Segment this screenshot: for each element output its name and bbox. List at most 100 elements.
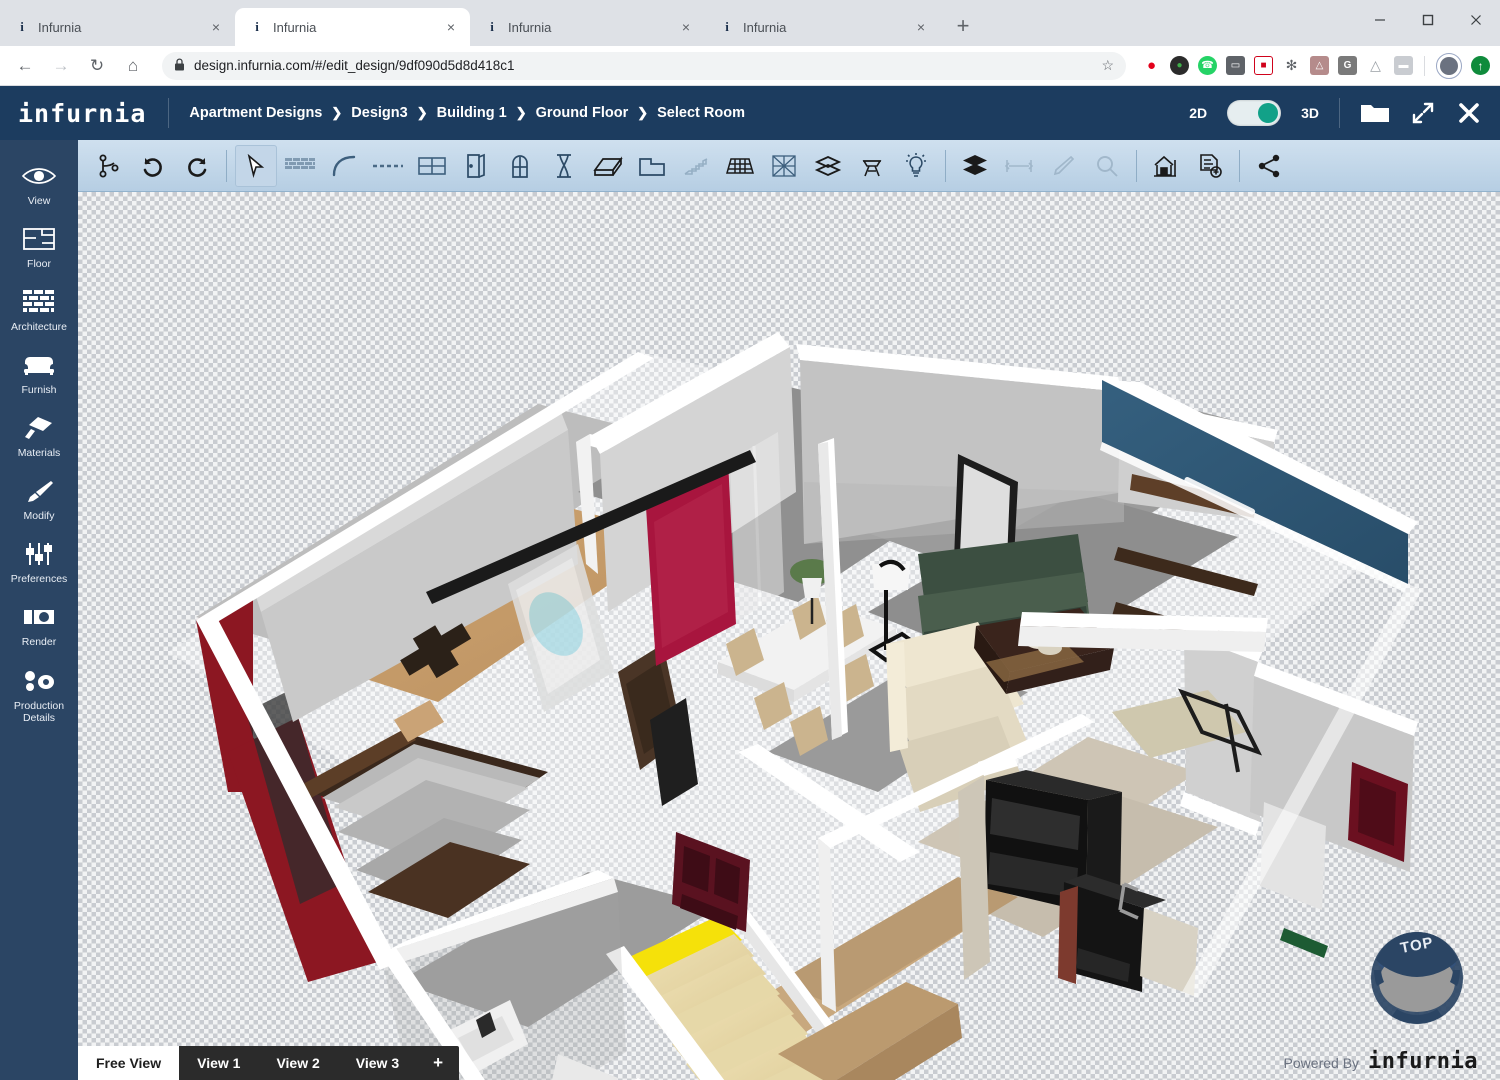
chair-icon[interactable] <box>851 145 893 187</box>
door-icon[interactable] <box>455 145 497 187</box>
grammarly-icon[interactable]: G <box>1338 56 1357 75</box>
pdf-icon[interactable]: △ <box>1310 56 1329 75</box>
browser-tab-1[interactable]: i Infurnia × <box>235 8 470 46</box>
sidebar-item-preferences[interactable]: Preferences <box>0 532 78 593</box>
design-viewport[interactable]: TOP Powered By infurnia <box>78 192 1500 1080</box>
tab-title: Infurnia <box>743 20 904 35</box>
tab-close-icon[interactable]: × <box>912 18 930 36</box>
browser-tab-0[interactable]: i Infurnia × <box>0 8 235 46</box>
toolbar-divider <box>1424 56 1425 76</box>
reload-button[interactable]: ↻ <box>82 51 112 81</box>
close-icon[interactable] <box>1456 100 1482 126</box>
breadcrumb-item-ground-floor[interactable]: Ground Floor <box>536 105 629 121</box>
view-tab-view-3[interactable]: View 3 <box>338 1046 417 1080</box>
room-icon[interactable] <box>631 145 673 187</box>
opera-shield-icon[interactable]: ● <box>1142 56 1161 75</box>
sidebar-item-render[interactable]: Render <box>0 595 78 656</box>
view-tab-view-2[interactable]: View 2 <box>258 1046 337 1080</box>
browser-tabstrip: i Infurnia × i Infurnia × i Infurnia × i… <box>0 0 1500 46</box>
add-view-button[interactable]: + <box>417 1046 459 1080</box>
sidebar-item-view[interactable]: View <box>0 154 78 215</box>
sidebar-item-furnish[interactable]: Furnish <box>0 343 78 404</box>
view-tab-free-view[interactable]: Free View <box>78 1046 179 1080</box>
curved-wall-icon[interactable] <box>323 145 365 187</box>
sidebar-item-label: Floor <box>27 258 51 270</box>
add-document-icon[interactable] <box>1189 145 1231 187</box>
cursor-icon[interactable] <box>235 145 277 187</box>
browser-tab-3[interactable]: i Infurnia × <box>705 8 940 46</box>
pencil-icon[interactable] <box>1042 145 1084 187</box>
sidebar-item-production-details[interactable]: Production Details <box>0 659 78 732</box>
view-mode-toggle[interactable] <box>1227 100 1281 126</box>
brick-wall-icon <box>22 287 56 317</box>
maximize-button[interactable] <box>1404 0 1452 40</box>
header-divider <box>168 98 169 128</box>
sidebar-item-label: Materials <box>18 447 61 459</box>
infurnia-favicon-icon: i <box>14 19 30 35</box>
browser-tab-2[interactable]: i Infurnia × <box>470 8 705 46</box>
tab-close-icon[interactable]: × <box>207 18 225 36</box>
breadcrumb-item-select-room[interactable]: Select Room <box>657 105 745 121</box>
view-cube[interactable]: TOP <box>1362 920 1472 1028</box>
tab-close-icon[interactable]: × <box>677 18 695 36</box>
bookmark-star-icon[interactable]: ☆ <box>1101 57 1114 74</box>
app-header: infurnia Apartment Designs ❯ Design3 ❯ B… <box>0 86 1500 140</box>
snowflake-icon[interactable]: ✻ <box>1282 56 1301 75</box>
window-controls <box>1356 0 1500 40</box>
roof-icon[interactable] <box>719 145 761 187</box>
light-bulb-icon[interactable] <box>895 145 937 187</box>
forward-button[interactable]: → <box>46 51 76 81</box>
sidebar-item-label: Furnish <box>21 384 56 396</box>
floor-pattern-icon[interactable] <box>763 145 805 187</box>
back-button[interactable]: ← <box>10 51 40 81</box>
floorplan-3d-scene[interactable] <box>78 192 1500 1080</box>
new-tab-button[interactable]: + <box>946 10 980 44</box>
column-icon[interactable] <box>543 145 585 187</box>
undo-icon[interactable] <box>132 145 174 187</box>
redo-icon[interactable] <box>176 145 218 187</box>
branch-icon[interactable] <box>88 145 130 187</box>
sidebar-item-label: Production Details <box>2 700 76 724</box>
breadcrumb-item-apartment-designs[interactable]: Apartment Designs <box>189 105 322 121</box>
paint-roller-icon <box>22 413 56 443</box>
address-bar[interactable]: design.infurnia.com/#/edit_design/9df090… <box>162 52 1126 80</box>
view-tab-view-1[interactable]: View 1 <box>179 1046 258 1080</box>
screen-icon[interactable]: ▭ <box>1226 56 1245 75</box>
folder-icon[interactable] <box>1360 101 1390 125</box>
sidebar-item-label: Modify <box>24 510 55 522</box>
close-window-button[interactable] <box>1452 0 1500 40</box>
drive-icon[interactable]: △ <box>1366 56 1385 75</box>
house-measure-icon[interactable] <box>1145 145 1187 187</box>
update-icon[interactable]: ↑ <box>1471 56 1490 75</box>
layers-icon[interactable] <box>954 145 996 187</box>
stairs-icon[interactable] <box>675 145 717 187</box>
sidebar-item-materials[interactable]: Materials <box>0 406 78 467</box>
beam-icon[interactable] <box>587 145 629 187</box>
tab-close-icon[interactable]: × <box>442 18 460 36</box>
minimize-button[interactable] <box>1356 0 1404 40</box>
breadcrumb-item-building-1[interactable]: Building 1 <box>437 105 507 121</box>
sidebar-item-architecture[interactable]: Architecture <box>0 280 78 341</box>
left-sidebar: View Floor Architecture <box>0 140 78 1080</box>
eye-icon <box>21 161 57 191</box>
sidebar-item-modify[interactable]: Modify <box>0 469 78 530</box>
whatsapp-icon[interactable]: ☎ <box>1198 56 1217 75</box>
card-icon[interactable]: ▬ <box>1394 56 1413 75</box>
breadcrumb-item-design3[interactable]: Design3 <box>351 105 407 121</box>
layers-stack-icon[interactable] <box>807 145 849 187</box>
railing-icon[interactable] <box>411 145 453 187</box>
profile-avatar[interactable] <box>1436 53 1462 79</box>
magnifier-icon[interactable] <box>1086 145 1128 187</box>
shield-square-icon[interactable]: ■ <box>1254 56 1273 75</box>
dark-circle-icon[interactable]: ● <box>1170 56 1189 75</box>
fullscreen-icon[interactable] <box>1410 100 1436 126</box>
sidebar-item-floor[interactable]: Floor <box>0 217 78 278</box>
share-icon[interactable] <box>1248 145 1290 187</box>
url-text: design.infurnia.com/#/edit_design/9df090… <box>194 58 1092 73</box>
wall-icon[interactable] <box>279 145 321 187</box>
window-icon[interactable] <box>499 145 541 187</box>
dashed-line-icon[interactable] <box>367 145 409 187</box>
parts-icon <box>22 666 56 696</box>
home-button[interactable]: ⌂ <box>118 51 148 81</box>
dimension-icon[interactable] <box>998 145 1040 187</box>
